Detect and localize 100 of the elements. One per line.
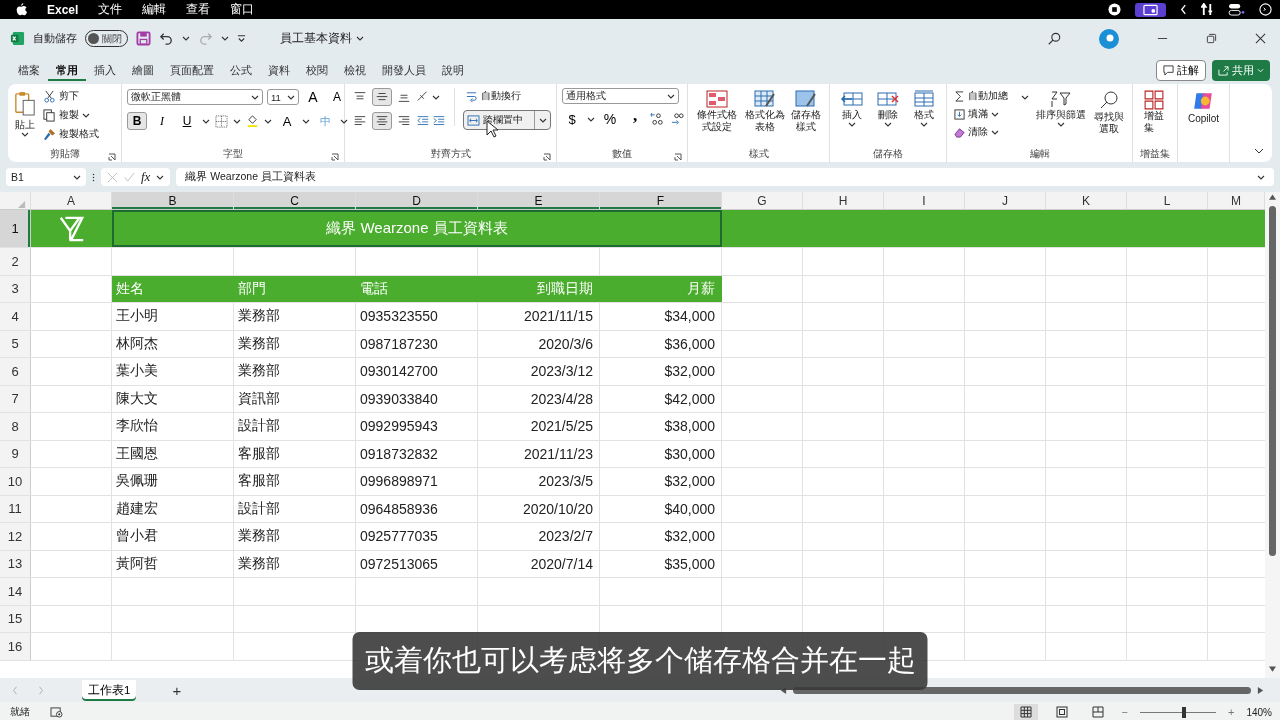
ribbon-tab[interactable]: 繪圖 — [124, 59, 162, 81]
check-icon[interactable] — [124, 171, 135, 183]
row-header[interactable]: 6 — [0, 358, 31, 385]
row-header[interactable]: 12 — [0, 523, 31, 550]
row-header[interactable]: 15 — [0, 605, 31, 632]
column-header[interactable]: E — [478, 192, 600, 209]
cut-button[interactable]: 剪下 — [41, 88, 101, 104]
column-header[interactable]: L — [1127, 192, 1208, 209]
customize-toolbar-icon[interactable] — [237, 34, 246, 43]
autosum-button[interactable]: 自動加總 — [952, 88, 1031, 104]
fill-button[interactable]: 填滿 — [952, 106, 1031, 122]
chevron-left-icon[interactable] — [1180, 4, 1187, 15]
scroll-down-icon[interactable] — [1269, 666, 1276, 672]
column-header[interactable]: F — [600, 192, 722, 209]
row-header[interactable]: 10 — [0, 468, 31, 495]
ribbon-tab[interactable]: 資料 — [260, 59, 298, 81]
menu-item[interactable]: 查看 — [186, 1, 211, 18]
format-cells-button[interactable]: 格式 — [911, 88, 937, 129]
copilot-button[interactable]: Copilot — [1186, 88, 1221, 127]
row-header[interactable]: 13 — [0, 550, 31, 577]
delete-cells-button[interactable]: 刪除 — [875, 88, 901, 129]
document-title[interactable]: 員工基本資料 — [280, 31, 352, 46]
dialog-launcher-icon[interactable] — [674, 153, 682, 161]
row-header[interactable]: 3 — [0, 275, 31, 302]
comma-style-button[interactable]: , — [625, 110, 645, 128]
italic-button[interactable]: I — [152, 112, 172, 130]
menu-item[interactable]: 窗口 — [230, 1, 255, 18]
column-header[interactable]: J — [965, 192, 1046, 209]
font-size-field[interactable]: 11 — [267, 89, 299, 105]
zoom-level[interactable]: 140% — [1246, 706, 1272, 718]
underline-button[interactable]: U — [177, 112, 197, 130]
zoom-in-button[interactable]: + — [1228, 706, 1235, 718]
currency-button[interactable]: $ — [562, 110, 582, 128]
ribbon-tab[interactable]: 常用 — [48, 59, 86, 81]
shrink-font-button[interactable]: A — [327, 88, 347, 106]
column-header[interactable]: G — [722, 192, 803, 209]
row-header[interactable]: 4 — [0, 303, 31, 330]
column-header[interactable]: K — [1046, 192, 1127, 209]
zoom-thumb[interactable] — [1182, 706, 1187, 718]
share-button[interactable]: 共用 — [1212, 59, 1270, 81]
number-format-field[interactable]: 通用格式 — [562, 88, 679, 104]
name-box[interactable]: B1 — [6, 168, 86, 186]
dialog-launcher-icon[interactable] — [331, 153, 339, 161]
normal-view-button[interactable] — [1013, 704, 1038, 720]
comments-button[interactable]: 註解 — [1156, 59, 1206, 81]
column-header[interactable]: B — [112, 192, 234, 209]
grow-font-button[interactable]: A — [303, 88, 323, 106]
ribbon-tab[interactable]: 插入 — [86, 59, 124, 81]
save-icon[interactable] — [136, 31, 151, 46]
avatar[interactable] — [1099, 28, 1119, 49]
add-ins-button[interactable]: 增益集 — [1144, 90, 1166, 134]
vertical-align-button[interactable] — [372, 88, 392, 106]
paste-button[interactable]: 貼上 — [13, 88, 37, 139]
restore-icon[interactable] — [1206, 33, 1217, 44]
ribbon-tab[interactable]: 檢視 — [336, 59, 374, 81]
ribbon-tab[interactable]: 校閱 — [298, 59, 336, 81]
tools-icon[interactable] — [1201, 3, 1214, 16]
insert-function-button[interactable]: fx — [141, 169, 151, 185]
ribbon-tab[interactable]: 頁面配置 — [162, 59, 222, 81]
row-header[interactable]: 9 — [0, 440, 31, 467]
menu-item[interactable]: 文件 — [98, 1, 123, 18]
row-header[interactable]: 14 — [0, 578, 31, 605]
copy-button[interactable]: 複製 — [41, 107, 101, 123]
ribbon-tab[interactable]: 開發人員 — [374, 59, 434, 81]
format-painter-button[interactable]: 複製格式 — [41, 126, 101, 142]
formula-field[interactable]: 織界 Wearzone 員工資料表 — [176, 168, 1274, 186]
sort-filter-button[interactable]: 排序與篩選 — [1035, 88, 1087, 129]
format-as-table-button[interactable]: 格式化為表格 — [743, 88, 787, 135]
ribbon-tab[interactable]: 公式 — [222, 59, 260, 81]
ribbon-tab[interactable]: 檔案 — [10, 59, 48, 81]
sheet-tab[interactable]: 工作表1 — [82, 679, 137, 701]
collapse-ribbon-icon[interactable] — [1254, 148, 1264, 154]
close-icon[interactable] — [1255, 33, 1266, 44]
macro-record-icon[interactable] — [50, 706, 63, 718]
row-header[interactable]: 11 — [0, 495, 31, 522]
undo-icon[interactable] — [159, 31, 174, 46]
menu-item[interactable]: 編輯 — [142, 1, 167, 18]
column-header[interactable]: C — [234, 192, 356, 209]
row-header[interactable]: 2 — [0, 248, 31, 275]
zoom-out-button[interactable]: − — [1121, 706, 1128, 718]
conditional-formatting-button[interactable]: 條件式格式設定 — [693, 88, 742, 135]
apple-logo-icon[interactable] — [16, 3, 27, 16]
insert-cells-button[interactable]: 插入 — [839, 88, 865, 129]
horizontal-align-button[interactable] — [372, 112, 392, 130]
row-header[interactable]: 8 — [0, 413, 31, 440]
right-arrow-icon[interactable] — [1257, 686, 1264, 694]
column-header[interactable]: H — [803, 192, 884, 209]
vertical-scrollbar[interactable] — [1269, 206, 1276, 556]
clear-button[interactable]: 清除 — [952, 124, 1031, 140]
row-header[interactable]: 16 — [0, 633, 31, 660]
stop-record-icon[interactable] — [1108, 3, 1121, 16]
font-name-field[interactable]: 微軟正黑體 — [127, 89, 263, 105]
percent-button[interactable]: % — [600, 110, 620, 128]
ribbon-tab[interactable]: 說明 — [434, 59, 472, 81]
font-color-button[interactable]: A — [277, 112, 297, 130]
find-select-button[interactable]: 尋找與選取 — [1091, 88, 1127, 137]
wrap-text-button[interactable]: 自動換行 — [463, 88, 551, 104]
dialog-launcher-icon[interactable] — [543, 153, 551, 161]
toggles-icon[interactable] — [1228, 3, 1245, 16]
row-header[interactable]: 1 — [0, 210, 31, 247]
